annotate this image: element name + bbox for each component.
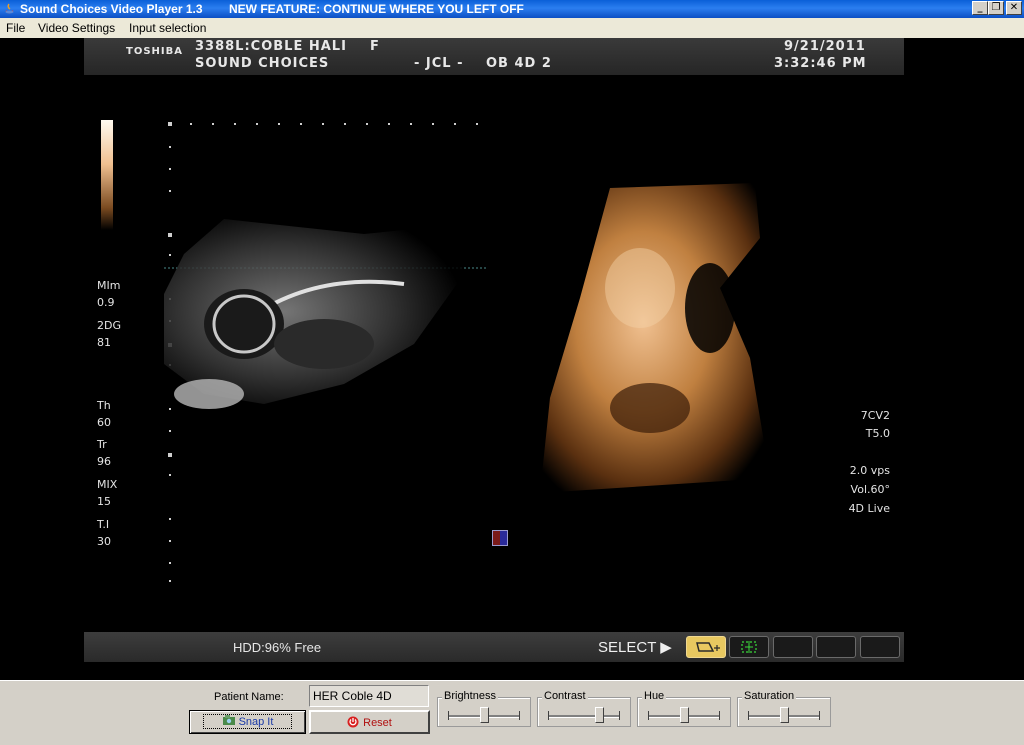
hue-slider-group: Hue bbox=[637, 690, 731, 727]
grayscale-scan-image bbox=[164, 219, 464, 409]
control-panel: Patient Name: HER Coble 4D Snap It Reset… bbox=[0, 680, 1024, 745]
brightness-label: Brightness bbox=[442, 690, 498, 702]
color-map-bar bbox=[101, 120, 113, 230]
param-label-ti: T.I bbox=[97, 518, 110, 531]
param-label-mix: MIX bbox=[97, 478, 118, 491]
contrast-track bbox=[548, 715, 620, 718]
studio-name: SOUND CHOICES bbox=[195, 56, 330, 71]
title-bar: Sound Choices Video Player 1.3 NEW FEATU… bbox=[0, 0, 1024, 18]
param-value-tr: 96 bbox=[97, 455, 111, 468]
reset-label: Reset bbox=[363, 717, 392, 729]
restore-button[interactable]: ❐ bbox=[988, 1, 1004, 15]
window-title: Sound Choices Video Player 1.3 bbox=[20, 2, 203, 16]
ultrasound-header: TOSHIBA 3388L:COBLE HALI F SOUND CHOICES… bbox=[84, 38, 904, 75]
exam-time: 3:32:46 PM bbox=[774, 56, 867, 71]
menu-file[interactable]: File bbox=[6, 21, 25, 35]
empty-slot-3[interactable] bbox=[860, 636, 900, 658]
contrast-slider-group: Contrast bbox=[537, 690, 631, 727]
param-label-2dg: 2DG bbox=[97, 319, 121, 332]
java-app-icon[interactable] bbox=[3, 2, 16, 15]
volume-rate-label: 2.0 vps bbox=[849, 464, 890, 477]
camera-icon bbox=[222, 715, 235, 725]
power-icon bbox=[347, 716, 359, 728]
patient-name-input[interactable]: HER Coble 4D bbox=[309, 685, 429, 707]
feature-notice: NEW FEATURE: CONTINUE WHERE YOU LEFT OFF bbox=[229, 2, 524, 16]
minimize-button[interactable]: _ bbox=[972, 1, 988, 15]
orientation-marker bbox=[492, 530, 508, 546]
close-button[interactable]: ✕ bbox=[1006, 1, 1022, 15]
video-display[interactable]: TOSHIBA 3388L:COBLE HALI F SOUND CHOICES… bbox=[0, 38, 1024, 680]
brightness-slider-thumb[interactable] bbox=[480, 707, 489, 723]
param-value-th: 60 bbox=[97, 416, 111, 429]
menu-input-selection[interactable]: Input selection bbox=[129, 21, 206, 35]
saturation-slider-group: Saturation bbox=[737, 690, 831, 727]
probe-label: 7CV2 bbox=[860, 409, 890, 422]
brand-label: TOSHIBA bbox=[126, 46, 183, 57]
param-value-ti: 30 bbox=[97, 535, 111, 548]
patient-id: 3388L:COBLE HALI bbox=[195, 39, 347, 54]
live-mode-label: 4D Live bbox=[848, 502, 890, 515]
ultrasound-footer: HDD:96% Free SELECT ▶ bbox=[84, 632, 904, 662]
patient-sex: F bbox=[370, 39, 380, 54]
contrast-label: Contrast bbox=[542, 690, 588, 702]
operator-code: - JCL - bbox=[414, 56, 464, 71]
patient-name-label: Patient Name: bbox=[214, 691, 284, 703]
menu-bar: File Video Settings Input selection bbox=[0, 18, 1024, 38]
exam-mode: OB 4D 2 bbox=[486, 56, 552, 71]
menu-video-settings[interactable]: Video Settings bbox=[38, 21, 115, 35]
param-value-2dg: 81 bbox=[97, 336, 111, 349]
brightness-slider-group: Brightness bbox=[437, 690, 531, 727]
param-label-mim: MIm bbox=[97, 279, 121, 292]
empty-slot-2[interactable] bbox=[816, 636, 856, 658]
snap-it-button[interactable]: Snap It bbox=[189, 710, 306, 734]
param-label-th: Th bbox=[97, 399, 111, 412]
empty-slot-1[interactable] bbox=[773, 636, 813, 658]
fetal-3d-render bbox=[540, 183, 770, 493]
saturation-slider-thumb[interactable] bbox=[780, 707, 789, 723]
hdd-status: HDD:96% Free bbox=[233, 640, 322, 655]
saturation-label: Saturation bbox=[742, 690, 797, 702]
select-crop-button[interactable] bbox=[686, 636, 726, 658]
exam-date: 9/21/2011 bbox=[784, 39, 866, 54]
reset-button[interactable]: Reset bbox=[309, 710, 430, 734]
param-label-tr: Tr bbox=[97, 438, 107, 451]
select-label: SELECT ▶ bbox=[598, 639, 672, 656]
frequency-label: T5.0 bbox=[865, 427, 890, 440]
hue-label: Hue bbox=[642, 690, 667, 702]
param-value-mix: 15 bbox=[97, 495, 111, 508]
snap-it-label: Snap It bbox=[238, 716, 274, 728]
hue-slider-thumb[interactable] bbox=[680, 707, 689, 723]
contrast-slider-thumb[interactable] bbox=[595, 707, 604, 723]
volume-angle-label: Vol.60° bbox=[850, 483, 890, 496]
select-region-button[interactable] bbox=[729, 636, 769, 658]
param-value-mim: 0.9 bbox=[97, 296, 115, 309]
